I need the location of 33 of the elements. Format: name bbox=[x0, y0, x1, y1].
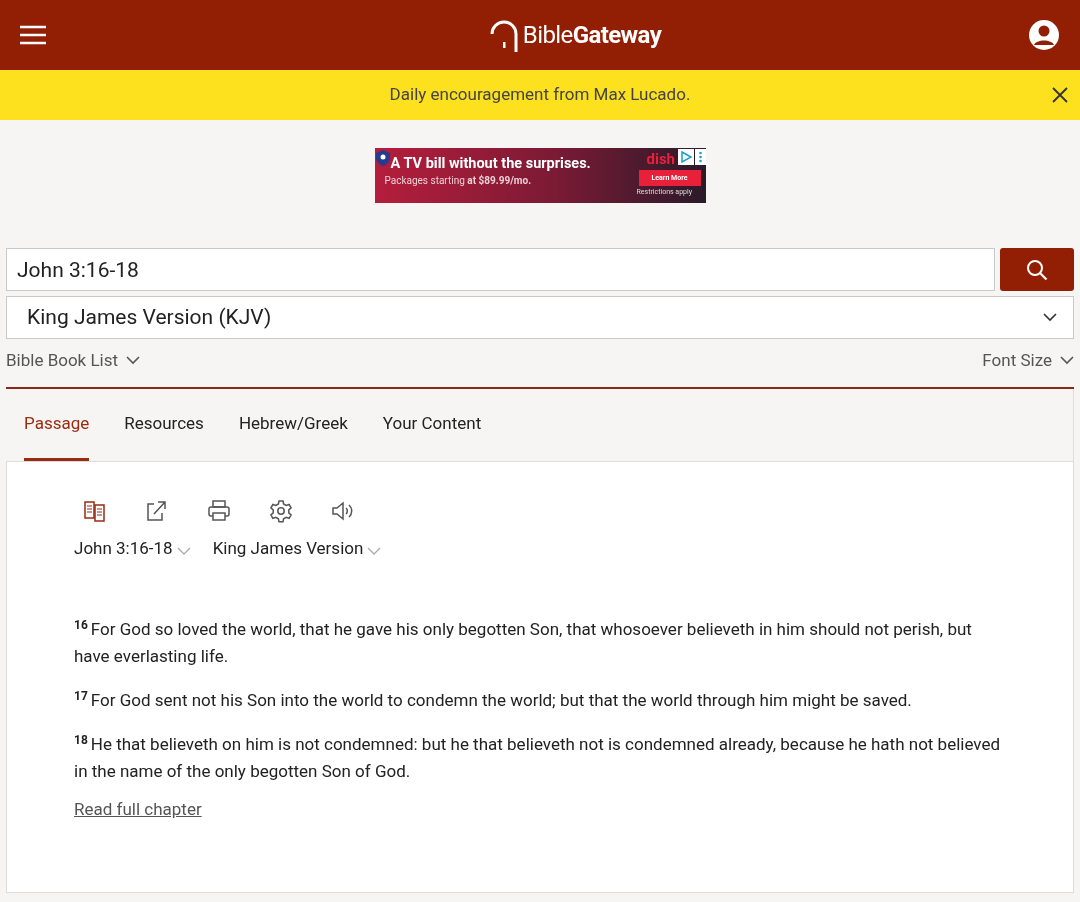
chevron-down-icon bbox=[367, 546, 382, 556]
reference-select[interactable]: John 3:16-18 bbox=[74, 538, 191, 560]
menu-icon[interactable] bbox=[20, 25, 46, 45]
chevron-down-icon bbox=[1043, 313, 1057, 322]
arch-logo-icon bbox=[488, 18, 519, 52]
search-field[interactable]: John 3:16-18 bbox=[6, 248, 995, 291]
chevron-down-icon bbox=[1060, 356, 1074, 365]
tab[interactable]: Your Content bbox=[382, 389, 482, 461]
ad-menu-icon[interactable] bbox=[694, 149, 706, 165]
read-chapter-link[interactable]: Read full chapter bbox=[74, 797, 202, 823]
font-size-link[interactable]: Font Size bbox=[982, 349, 1074, 372]
tab[interactable]: Hebrew/Greek bbox=[238, 389, 348, 461]
shield-icon bbox=[375, 150, 390, 166]
logo-link[interactable]: BibleGateway bbox=[522, 17, 662, 53]
ad-choices-icon[interactable] bbox=[677, 149, 694, 165]
tab[interactable]: Resources bbox=[124, 389, 204, 461]
verse-text: $^{16}$ For God so loved the world, that he gave his only begotten Son, that whosoever believeth in him should not perish, but have everlasting life. bbox=[74, 617, 973, 668]
account-icon[interactable] bbox=[1028, 19, 1060, 51]
search-icon bbox=[1026, 258, 1048, 281]
ad-brand: dish bbox=[646, 150, 676, 168]
version-select[interactable]: King James Version (KJV) bbox=[6, 296, 1074, 339]
ad-subline: Packages starting at $89.99/mo. bbox=[384, 174, 532, 188]
ad-headline: A TV bill without the surprises. bbox=[390, 155, 591, 173]
book-list-link[interactable]: Bible Book List bbox=[6, 349, 141, 372]
close-icon[interactable] bbox=[1052, 87, 1068, 103]
verse-text: $^{18}$ He that believeth on him is not condemned: but he that believeth not is condemned already, because he hath not believed in the name of the only begotten Son of God. bbox=[74, 732, 1002, 783]
chevron-down-icon bbox=[126, 356, 141, 365]
announcement-link[interactable]: Daily encouragement from Max Lucado. bbox=[389, 82, 691, 108]
verse-text: $^{17}$ For God sent not his Son into the world to condemn the world; but that the world through him might be saved. bbox=[74, 688, 913, 712]
version-select-value: King James Version (KJV) bbox=[27, 303, 272, 331]
chevron-down-icon bbox=[176, 546, 191, 556]
version-dropdown[interactable]: King James Version bbox=[212, 538, 382, 560]
search-button[interactable] bbox=[1000, 248, 1074, 291]
